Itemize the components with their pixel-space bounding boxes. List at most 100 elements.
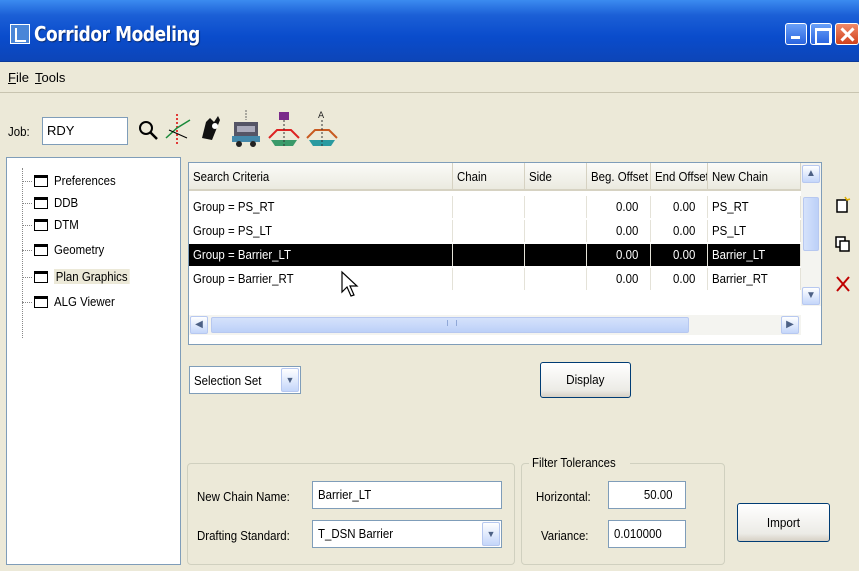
display-button[interactable]: Display <box>540 362 631 398</box>
column-header[interactable]: Search Criteria <box>189 163 453 191</box>
window-icon <box>34 244 48 256</box>
scroll-up-icon[interactable]: ▲ <box>802 165 820 183</box>
table-cell: 0.00 <box>651 220 708 242</box>
window-icon <box>34 175 48 187</box>
tree-connector <box>22 302 32 303</box>
tree-item-label: DTM <box>54 217 79 232</box>
window-icon <box>34 197 48 209</box>
menu-file[interactable]: File <box>8 70 29 85</box>
tree-item-label: ALG Viewer <box>54 294 115 309</box>
title-bar[interactable]: Corridor Modeling <box>0 0 859 62</box>
job-label: Job: <box>8 124 30 139</box>
scroll-left-icon[interactable]: ◀ <box>190 316 208 334</box>
selection-set-dropdown[interactable]: Selection Set ▼ <box>189 366 301 394</box>
horizontal-input[interactable]: 50.00 <box>608 481 686 509</box>
cross-section-icon[interactable]: A <box>305 108 339 150</box>
table-cell: 0.00 <box>587 196 651 218</box>
chevron-down-icon[interactable]: ▼ <box>281 368 299 392</box>
table-row[interactable]: Group = PS_LT 0.00 0.00 PS_LT <box>189 220 801 242</box>
table-cell: Barrier_LT <box>708 244 801 266</box>
navigation-tree <box>6 157 181 565</box>
table-cell <box>525 244 587 266</box>
vehicle-icon[interactable] <box>229 108 263 150</box>
window-title: Corridor Modeling <box>34 22 200 46</box>
tree-connector <box>22 203 32 204</box>
new-chain-group <box>187 463 515 565</box>
table-cell <box>525 220 587 242</box>
alignment-icon[interactable] <box>163 108 193 150</box>
grid-horizontal-scrollbar[interactable]: ◀ ▶ <box>189 315 801 335</box>
new-chain-name-label: New Chain Name: <box>197 489 290 504</box>
variance-label: Variance: <box>541 528 589 543</box>
column-header[interactable]: Beg. Offset <box>587 163 651 191</box>
drafting-standard-select[interactable]: T_DSN Barrier ▼ <box>312 520 502 548</box>
delete-icon[interactable] <box>834 275 852 293</box>
window-icon <box>34 219 48 231</box>
tree-item-label: Geometry <box>54 242 105 257</box>
variance-input[interactable]: 0.010000 <box>608 520 686 548</box>
tree-connector <box>22 250 32 251</box>
tree-connector <box>22 225 32 226</box>
menu-bar: File Tools <box>0 63 859 93</box>
table-row[interactable]: Group = PS_RT 0.00 0.00 PS_RT <box>189 196 801 218</box>
table-cell: Group = Barrier_RT <box>189 268 453 290</box>
drafting-standard-label: Drafting Standard: <box>197 528 290 543</box>
table-cell <box>453 268 525 290</box>
close-icon[interactable] <box>835 23 859 45</box>
chevron-down-icon[interactable]: ▼ <box>482 522 500 546</box>
table-cell: Group = PS_LT <box>189 220 453 242</box>
app-icon[interactable] <box>10 24 30 44</box>
tree-connector <box>22 168 23 338</box>
table-cell: 0.00 <box>587 220 651 242</box>
table-cell <box>453 244 525 266</box>
column-header[interactable]: Side <box>525 163 587 191</box>
svg-text:A: A <box>318 111 325 121</box>
scroll-grip-icon <box>447 320 457 326</box>
table-cell: Barrier_RT <box>708 268 801 290</box>
scroll-down-icon[interactable]: ▼ <box>802 287 820 305</box>
table-cell: 0.00 <box>587 244 651 266</box>
grid-header: Search Criteria Chain Side Beg. Offset End O… <box>189 163 801 191</box>
table-cell: PS_LT <box>708 220 801 242</box>
table-cell <box>453 220 525 242</box>
table-cell <box>453 196 525 218</box>
table-cell: 0.00 <box>651 244 708 266</box>
new-icon[interactable] <box>834 196 852 214</box>
maximize-icon[interactable] <box>810 23 832 45</box>
table-row[interactable]: Group = Barrier_RT 0.00 0.00 Barrier_RT <box>189 268 801 290</box>
tree-connector <box>22 181 32 182</box>
tree-connector <box>22 277 32 278</box>
filter-tolerances-group <box>521 463 725 565</box>
filter-tolerances-title: Filter Tolerances <box>529 455 631 470</box>
job-input[interactable]: RDY <box>42 117 128 145</box>
template-icon[interactable] <box>267 108 301 150</box>
table-cell: 0.00 <box>587 268 651 290</box>
scroll-thumb[interactable] <box>803 197 819 251</box>
table-cell <box>525 196 587 218</box>
tree-item-label: Preferences <box>54 173 116 188</box>
new-chain-name-input[interactable]: Barrier_LT <box>312 481 502 509</box>
copy-icon[interactable] <box>834 235 852 253</box>
table-cell <box>525 268 587 290</box>
window-icon <box>34 296 48 308</box>
table-cell: PS_RT <box>708 196 801 218</box>
tree-item-label: Plan Graphics <box>54 269 130 284</box>
table-cell: Group = Barrier_LT <box>189 244 453 266</box>
column-header[interactable]: Chain <box>453 163 525 191</box>
table-cell: Group = PS_RT <box>189 196 453 218</box>
scroll-right-icon[interactable]: ▶ <box>781 316 799 334</box>
mouse-cursor-icon <box>341 270 359 297</box>
menu-tools[interactable]: Tools <box>35 70 65 85</box>
grid-vertical-scrollbar[interactable]: ▲ ▼ <box>801 163 821 306</box>
horizontal-label: Horizontal: <box>536 489 591 504</box>
minimize-icon[interactable] <box>785 23 807 45</box>
search-icon[interactable] <box>136 118 160 142</box>
table-cell: 0.00 <box>651 196 708 218</box>
import-button[interactable]: Import <box>737 503 830 542</box>
hand-icon[interactable] <box>196 108 226 150</box>
table-cell: 0.00 <box>651 268 708 290</box>
table-row[interactable]: Group = Barrier_LT 0.00 0.00 Barrier_LT <box>189 244 801 266</box>
column-header[interactable]: End Offset <box>651 163 708 191</box>
window-icon <box>34 271 48 283</box>
column-header[interactable]: New Chain <box>708 163 801 191</box>
